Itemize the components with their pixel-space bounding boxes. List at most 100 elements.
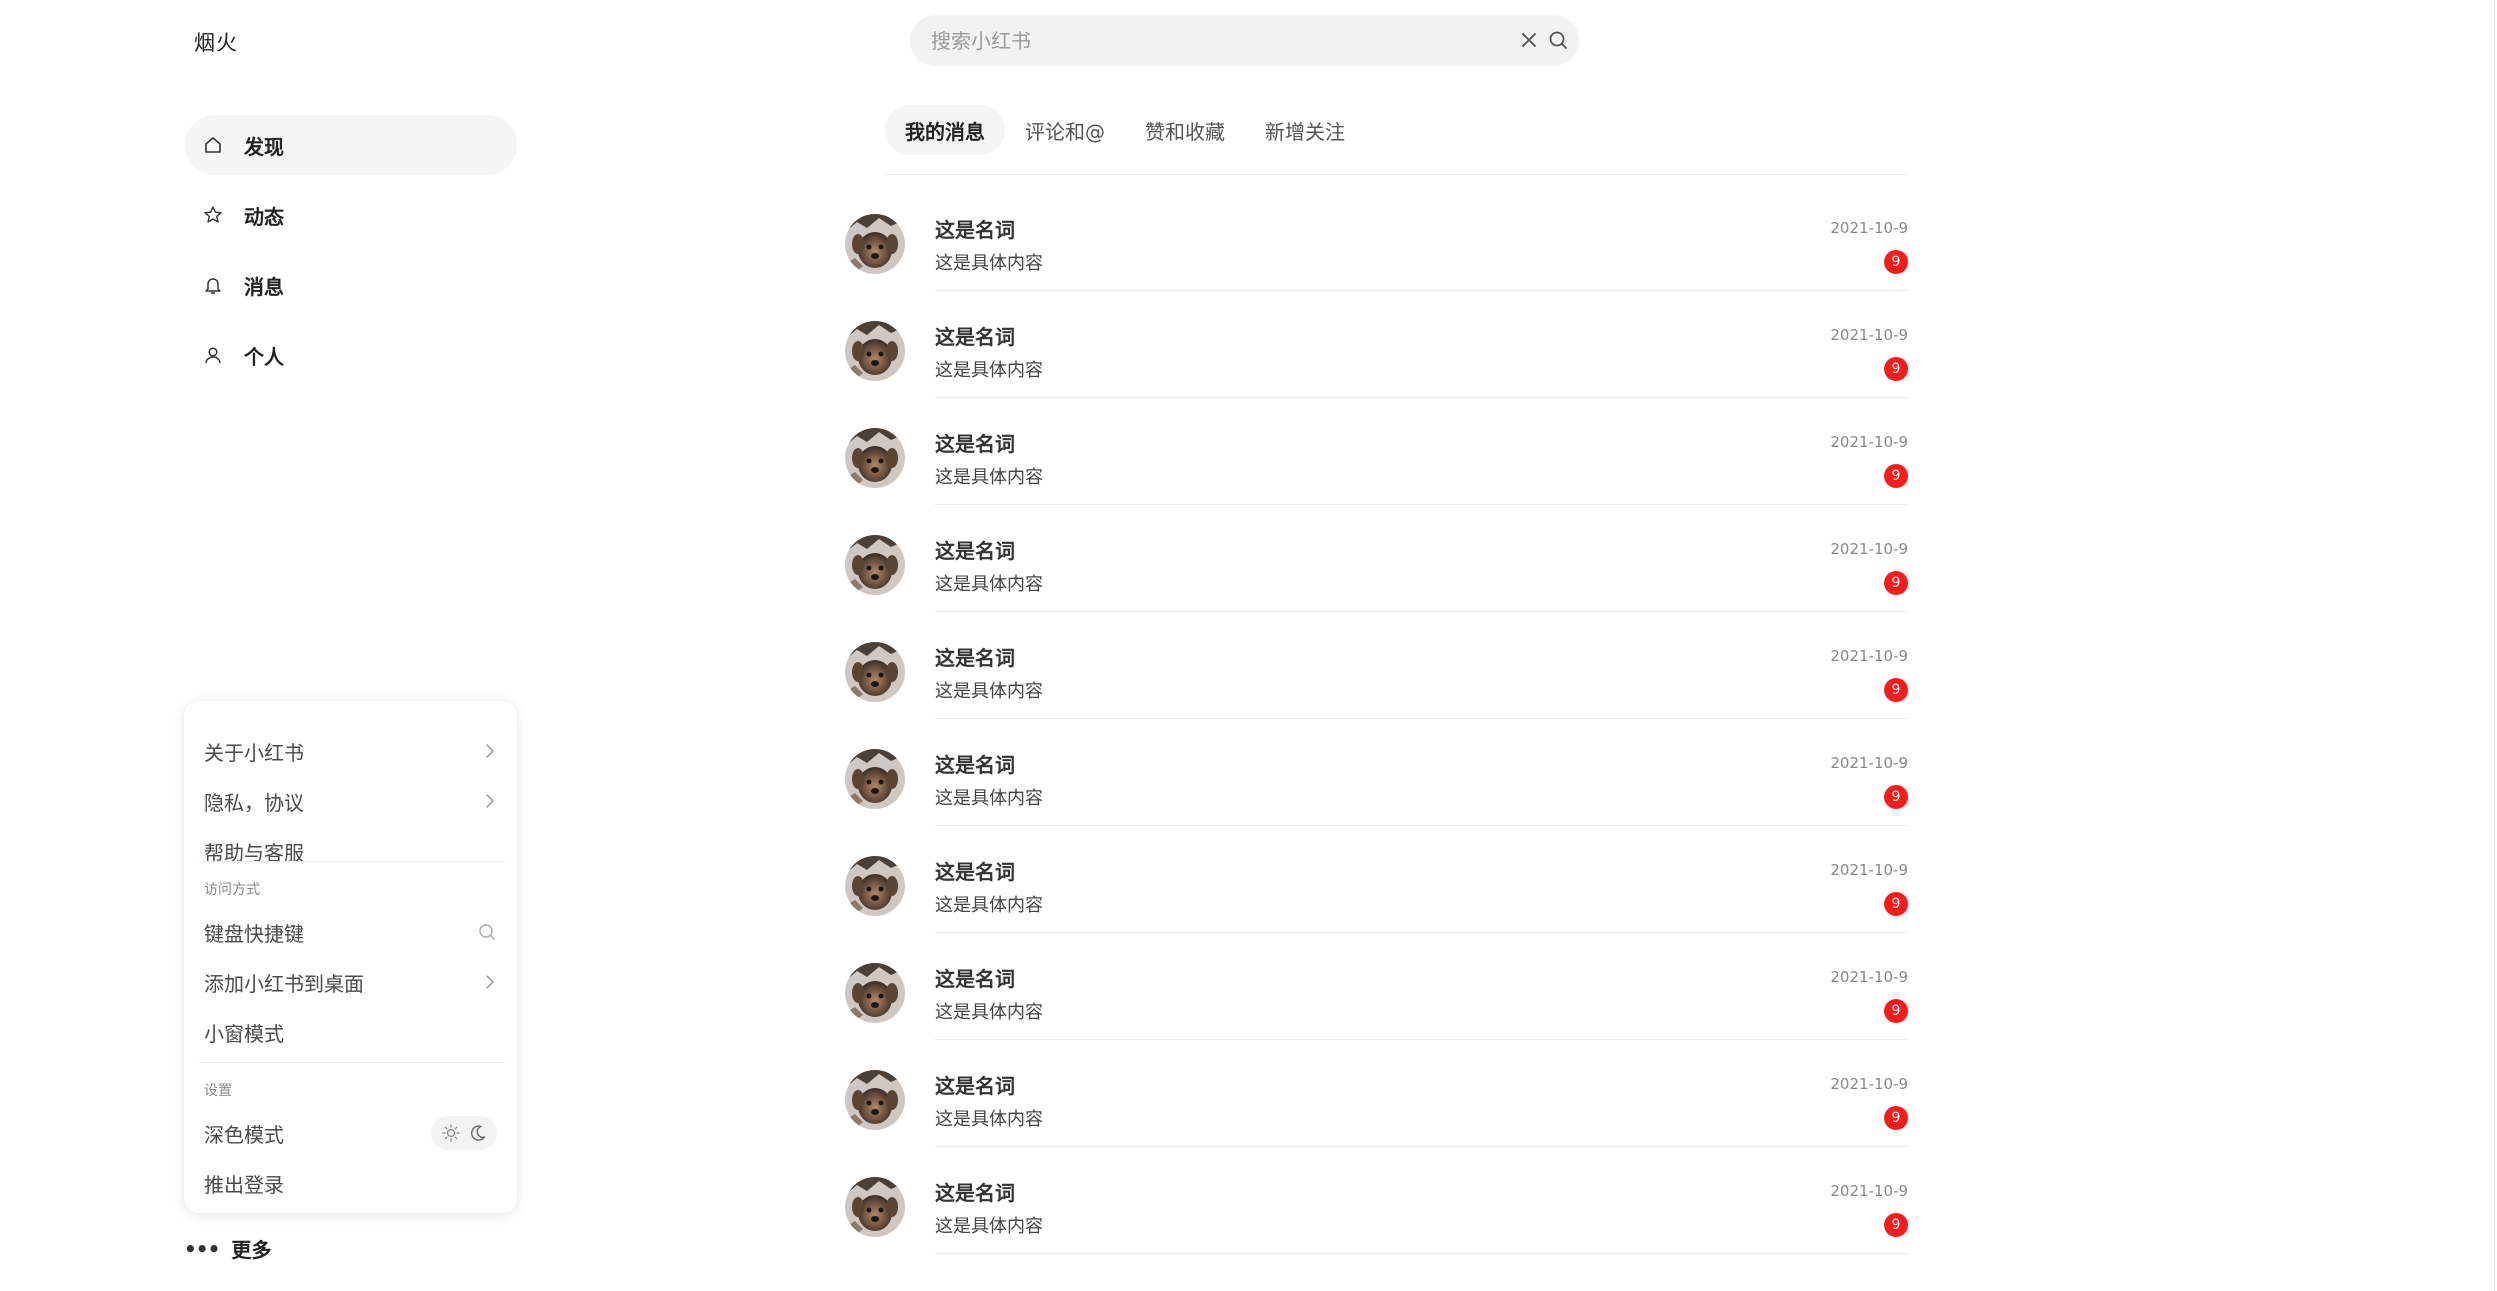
unread-badge: 9 (1884, 678, 1908, 702)
message-list-item[interactable]: 这是名词这是具体内容 2021-10-9 9 (845, 749, 1908, 856)
sidebar-item-feed[interactable]: 动态 (185, 185, 517, 245)
message-list-item[interactable]: 这是名词 这是具体内容 2021-10-9 9 (845, 642, 1908, 749)
menu-item-dark-mode: 深色模式 (204, 1113, 497, 1153)
message-list-item[interactable]: 这是名词 这是具体内容 2021-10-9 9 (845, 1177, 1908, 1284)
tab-comments-mentions[interactable]: 评论和@ (1005, 105, 1125, 155)
message-preview: 这是具体内容 (935, 1216, 1043, 1237)
message-preview: 这是具体内容 (935, 681, 1043, 702)
message-sender-name: 这是名词 (935, 1074, 1015, 1098)
message-preview: 这是具体内容 (935, 895, 1043, 916)
tab-likes-favorites[interactable]: 赞和收藏 (1125, 105, 1245, 155)
message-list-item[interactable]: 这是名词 这是具体内容 2021-10-9 9 (845, 1070, 1908, 1177)
avatar[interactable] (845, 535, 905, 595)
avatar[interactable] (845, 214, 905, 274)
message-list-item[interactable]: 这是名词 这是具体内容 2021-10-9 9 (845, 963, 1908, 1070)
avatar[interactable] (845, 963, 905, 1023)
menu-item-privacy[interactable]: 隐私，协议 (204, 781, 497, 821)
unread-badge: 9 (1884, 999, 1908, 1023)
search-input[interactable] (931, 28, 1491, 53)
app-logo[interactable]: 烟火 (194, 27, 238, 57)
tab-my-messages[interactable]: 我的消息 (885, 105, 1005, 155)
menu-item-label: 推出登录 (204, 1172, 284, 1197)
menu-item-shortcuts[interactable]: 键盘快捷键 (204, 912, 497, 952)
scrollbar-track[interactable] (2494, 0, 2495, 1291)
sidebar-item-messages[interactable]: 消息 (185, 255, 517, 315)
message-sender-name: 这是名词 (935, 1181, 1015, 1205)
unread-badge: 9 (1884, 571, 1908, 595)
avatar[interactable] (845, 321, 905, 381)
avatar[interactable] (845, 856, 905, 916)
theme-toggle[interactable] (431, 1116, 497, 1150)
row-divider (935, 825, 1908, 826)
menu-divider (199, 1062, 505, 1063)
menu-item-label: 添加小红书到桌面 (204, 971, 364, 996)
user-icon (202, 344, 224, 366)
message-preview: 这是具体内容 (935, 253, 1043, 274)
moon-icon[interactable] (468, 1123, 488, 1143)
chevron-right-icon (483, 973, 497, 991)
message-list-item[interactable]: 这是名词 这是具体内容 2021-10-9 9 (845, 856, 1908, 963)
message-preview: 这是具体内容 (935, 574, 1043, 595)
avatar[interactable] (845, 1177, 905, 1237)
message-timestamp: 2021-10-9 (1830, 647, 1908, 665)
more-button[interactable]: ••• 更多 (184, 1234, 271, 1263)
clear-icon[interactable] (1518, 29, 1540, 51)
message-tabs: 我的消息 评论和@ 赞和收藏 新增关注 (885, 105, 1907, 175)
message-list-item[interactable]: 这是名词 这是具体内容 2021-10-9 9 (845, 321, 1908, 428)
message-sender-name: 这是名词 (935, 218, 1015, 242)
message-sender-name: 这是名词 (935, 539, 1015, 563)
row-divider (935, 1039, 1908, 1040)
message-timestamp: 2021-10-9 (1830, 1075, 1908, 1093)
message-preview: 这是具体内容 (935, 467, 1043, 488)
search-icon[interactable] (1547, 29, 1569, 51)
row-divider (935, 504, 1908, 505)
section-heading-access: 访问方式 (204, 882, 260, 898)
message-preview: 这是具体内容 (935, 360, 1043, 381)
tab-new-followers[interactable]: 新增关注 (1245, 105, 1365, 155)
menu-item-label: 深色模式 (204, 1122, 284, 1147)
sidebar-item-label: 个人 (244, 344, 284, 369)
message-timestamp: 2021-10-9 (1830, 754, 1908, 772)
sidebar-item-label: 发现 (244, 134, 284, 159)
chevron-right-icon (483, 792, 497, 810)
unread-badge: 9 (1884, 250, 1908, 274)
avatar[interactable] (845, 1070, 905, 1130)
sidebar-nav: 发现 动态 消息 个人 (185, 115, 517, 395)
menu-item-label: 隐私，协议 (204, 790, 304, 815)
sidebar-item-discover[interactable]: 发现 (185, 115, 517, 175)
sun-icon[interactable] (441, 1123, 461, 1143)
row-divider (935, 397, 1908, 398)
row-divider (935, 611, 1908, 612)
more-dots-icon: ••• (184, 1236, 220, 1261)
menu-item-logout[interactable]: 推出登录 (204, 1163, 497, 1203)
message-list-item[interactable]: 这是名词这是具体内容 2021-10-9 9 (845, 535, 1908, 642)
avatar[interactable] (845, 428, 905, 488)
row-divider (935, 290, 1908, 291)
message-preview: 这是具体内容 (935, 788, 1043, 809)
sidebar-item-profile[interactable]: 个人 (185, 325, 517, 385)
avatar[interactable] (845, 642, 905, 702)
menu-item-about[interactable]: 关于小红书 (204, 731, 497, 771)
message-sender-name: 这是名词 (935, 325, 1015, 349)
message-sender-name: 这是名词 (935, 753, 1015, 777)
search-icon (477, 922, 497, 942)
row-divider (935, 1253, 1908, 1254)
message-timestamp: 2021-10-9 (1830, 540, 1908, 558)
message-timestamp: 2021-10-9 (1830, 1182, 1908, 1200)
menu-item-add-to-desktop[interactable]: 添加小红书到桌面 (204, 962, 497, 1002)
bell-icon (202, 274, 224, 296)
unread-badge: 9 (1884, 464, 1908, 488)
menu-item-help[interactable]: 帮助与客服 (204, 831, 497, 871)
row-divider (935, 932, 1908, 933)
sidebar-item-label: 消息 (244, 274, 284, 299)
message-sender-name: 这是名词 (935, 967, 1015, 991)
unread-badge: 9 (1884, 357, 1908, 381)
message-list-item[interactable]: 这是名词 这是具体内容 2021-10-9 9 (845, 428, 1908, 535)
avatar[interactable] (845, 749, 905, 809)
menu-item-mini-window[interactable]: 小窗模式 (204, 1012, 497, 1052)
message-list-item[interactable]: 这是名词 这是具体内容 2021-10-9 9 (845, 214, 1908, 321)
more-label: 更多 (231, 1238, 272, 1262)
message-preview: 这是具体内容 (935, 1109, 1043, 1130)
unread-badge: 9 (1884, 785, 1908, 809)
message-timestamp: 2021-10-9 (1830, 861, 1908, 879)
